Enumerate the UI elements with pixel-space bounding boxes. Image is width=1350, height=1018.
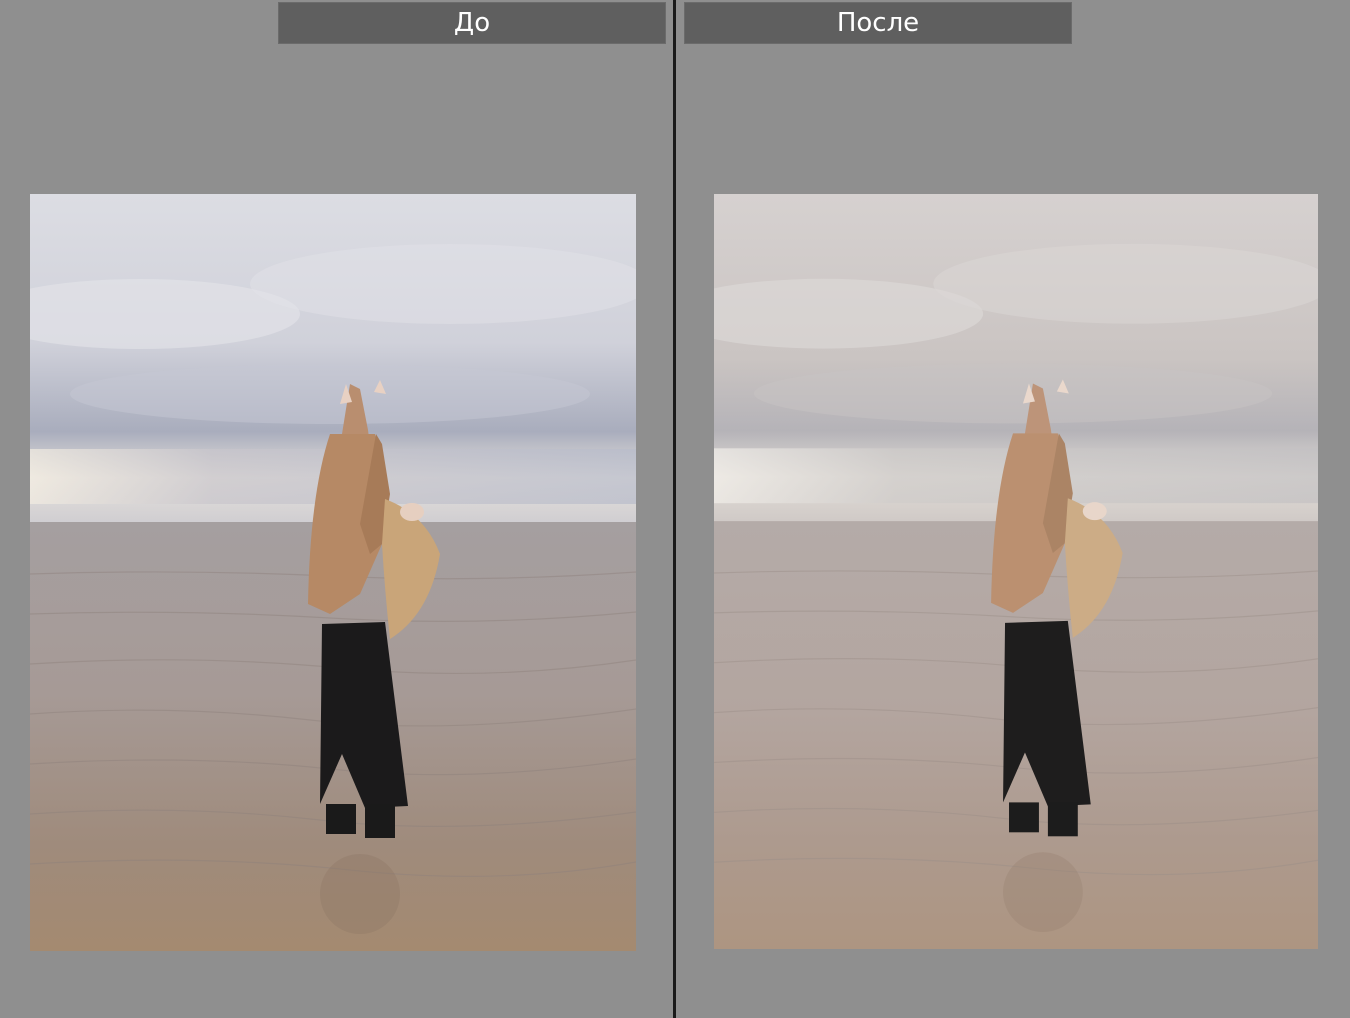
after-photo[interactable] (714, 194, 1318, 949)
before-label: До (278, 2, 666, 44)
after-label: После (684, 2, 1072, 44)
compare-divider-line (673, 0, 676, 1018)
before-pane: До (0, 0, 672, 1018)
before-photo[interactable] (30, 194, 636, 951)
before-photo-image (30, 194, 636, 951)
after-photo-image (714, 194, 1318, 949)
before-after-view: До После (0, 0, 1350, 1018)
after-pane: После (678, 0, 1350, 1018)
